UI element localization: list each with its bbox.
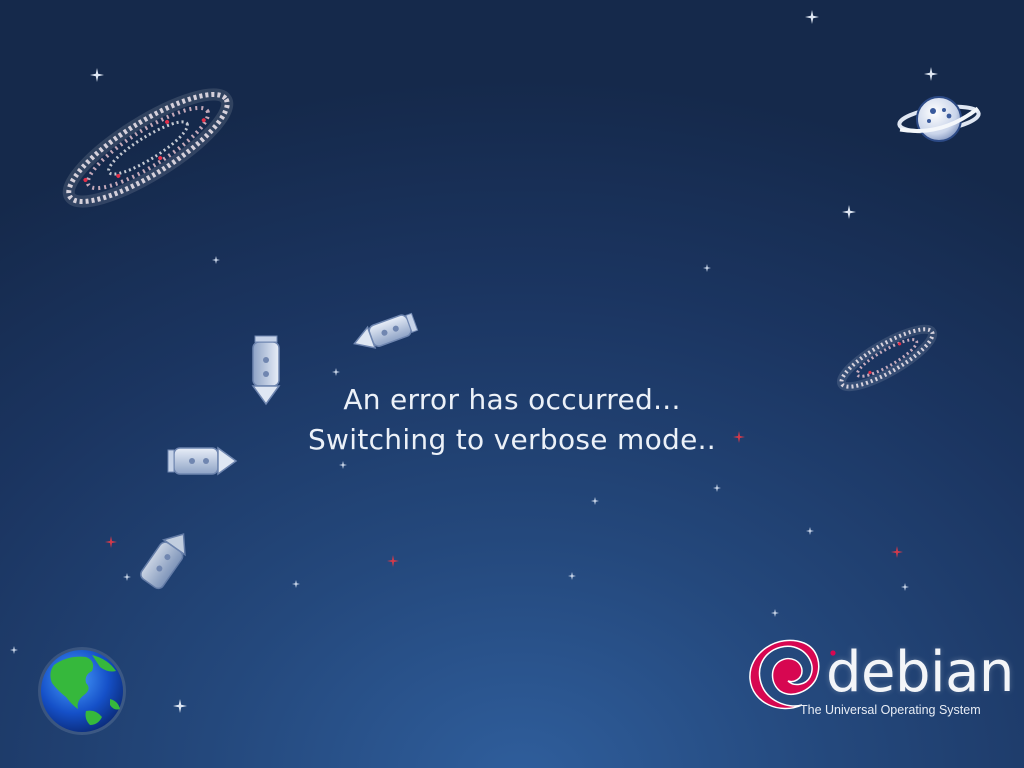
debian-swirl-logo	[749, 639, 836, 710]
debian-tagline: The Universal Operating System	[800, 703, 981, 717]
error-message-line: An error has occurred...	[343, 383, 681, 416]
spiral-galaxy-icon	[836, 324, 938, 392]
rocket-icon	[140, 533, 186, 590]
verbose-mode-message-line: Switching to verbose mode..	[307, 423, 717, 456]
boot-error-message: An error has occurred... Switching to ve…	[212, 380, 812, 460]
spiral-galaxy-icon	[62, 88, 234, 208]
ringed-planet-icon	[897, 96, 981, 142]
debian-wordmark: debian	[826, 640, 1014, 705]
rocket-icon	[353, 312, 419, 349]
globe-icon	[38, 647, 126, 735]
boot-splash-screen: An error has occurred... Switching to ve…	[0, 0, 1024, 768]
